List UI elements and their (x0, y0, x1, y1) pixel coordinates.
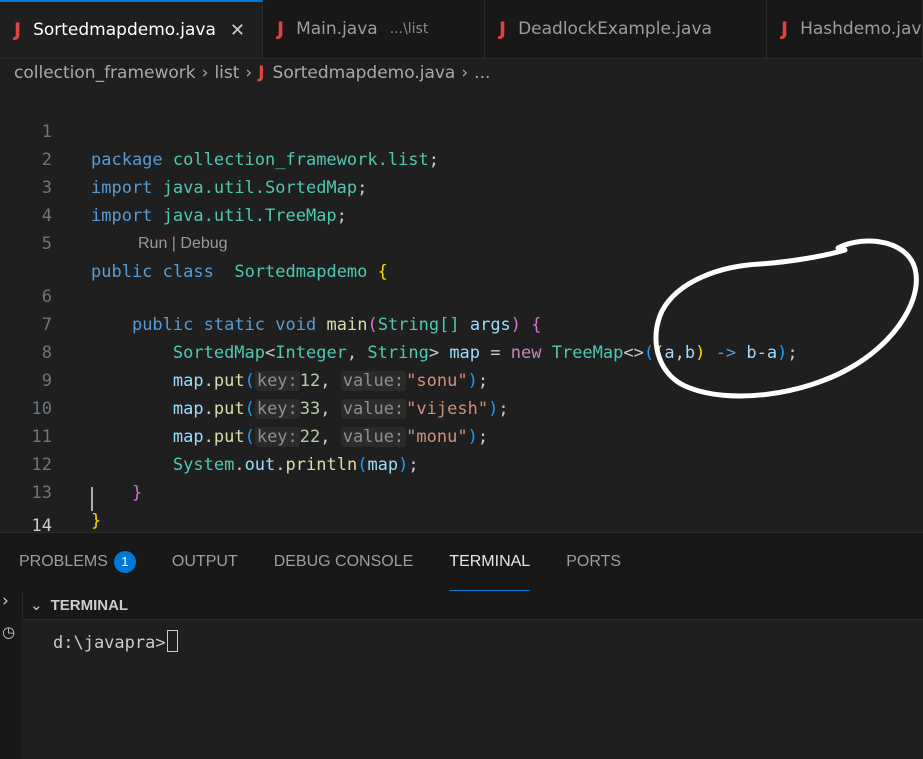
code-line: 1 package collection_framework.list; (0, 90, 923, 170)
tab-ports[interactable]: PORTS (566, 533, 621, 591)
code-line: 4 (0, 174, 923, 226)
tab-main[interactable]: J Main.java ...\list (263, 0, 485, 58)
tab-output[interactable]: OUTPUT (172, 533, 238, 591)
chevron-right-icon[interactable]: › (2, 591, 9, 611)
java-file-icon: J (499, 18, 507, 40)
terminal-section-header[interactable]: ⌄ TERMINAL (22, 591, 923, 620)
tab-deadlockexample[interactable]: J DeadlockExample.java (485, 0, 767, 58)
breadcrumb-folder[interactable]: collection_framework (14, 63, 196, 83)
terminal-cursor (166, 630, 178, 652)
code-line: 5 public class Sortedmapdemo { (0, 202, 923, 282)
chevron-down-icon: ⌄ (30, 597, 43, 614)
tab-label: Sortedmapdemo.java (33, 20, 216, 40)
tab-label: DeadlockExample.java (518, 19, 712, 39)
breadcrumb: collection_framework › list › J Sortedma… (14, 60, 490, 86)
java-file-icon: J (277, 18, 285, 40)
problems-count-badge: 1 (113, 551, 136, 573)
codelens-run-debug[interactable]: Run | Debug (138, 232, 228, 256)
tab-hashdemo[interactable]: J Hashdemo.java (767, 0, 923, 58)
terminal[interactable]: d:\javapra> (22, 620, 923, 759)
code-line: 13 } (0, 451, 923, 531)
editor-tab-bar: J Sortedmapdemo.java ✕ J Main.java ...\l… (0, 0, 923, 59)
breadcrumb-file[interactable]: Sortedmapdemo.java (273, 63, 456, 83)
tab-label: Main.java (296, 19, 378, 39)
tab-label: Hashdemo.java (800, 19, 923, 39)
code-line: 12 } (0, 423, 923, 503)
tab-debug-console[interactable]: DEBUG CONSOLE (274, 533, 414, 591)
history-icon[interactable]: ◷ (2, 623, 15, 641)
vscode-window: J Sortedmapdemo.java ✕ J Main.java ...\l… (0, 0, 923, 759)
java-file-icon: J (258, 63, 265, 83)
line-number: 5 (41, 234, 52, 254)
chevron-right-icon: › (245, 63, 253, 83)
tab-path-hint: ...\list (389, 21, 429, 37)
bottom-panel: PROBLEMS 1 OUTPUT DEBUG CONSOLE TERMINAL… (0, 532, 923, 759)
annotation-circle (653, 238, 919, 399)
tab-terminal[interactable]: TERMINAL (449, 533, 531, 591)
text-cursor (91, 487, 93, 511)
chevron-right-icon: › (201, 63, 209, 83)
code-line: 14 (0, 484, 923, 536)
terminal-prompt: d:\javapra> (53, 630, 178, 653)
tab-sortedmapdemo[interactable]: J Sortedmapdemo.java ✕ (0, 0, 263, 58)
java-file-icon: J (781, 18, 789, 40)
terminal-side-rail: › ◷ (0, 591, 23, 759)
panel-tabs: PROBLEMS 1 OUTPUT DEBUG CONSOLE TERMINAL… (0, 533, 638, 591)
code-line: 2 import java.util.SortedMap; (0, 118, 923, 198)
code-line: 3 import java.util.TreeMap; (0, 146, 923, 226)
breadcrumb-more[interactable]: ... (474, 63, 490, 83)
tab-problems[interactable]: PROBLEMS 1 (19, 533, 136, 591)
java-file-icon: J (14, 19, 22, 41)
chevron-right-icon: › (461, 63, 469, 83)
breadcrumb-folder[interactable]: list (214, 63, 239, 83)
close-icon[interactable]: ✕ (230, 20, 245, 41)
